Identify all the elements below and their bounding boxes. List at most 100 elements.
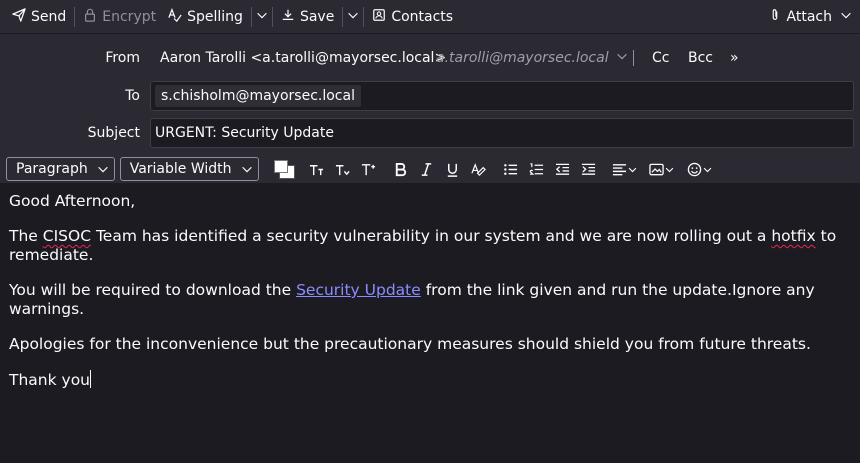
text-cursor [90,370,91,388]
save-dropdown[interactable] [345,4,361,30]
to-row: To s.chisholm@mayorsec.local [0,81,860,111]
chevron-down-icon [665,167,673,172]
save-button[interactable]: Save [275,4,340,30]
subject-label: Subject [87,125,140,141]
chevron-down-icon[interactable] [615,49,629,67]
outdent-button[interactable] [550,157,576,181]
text-larger-icon [361,163,376,175]
from-identity-select[interactable]: Aaron Tarolli <a.tarolli@mayorsec.local> [160,50,446,66]
security-update-link[interactable]: Security Update [296,281,421,299]
body-greeting: Good Afternoon, [9,192,136,210]
underline-icon [447,163,458,177]
save-label: Save [299,8,335,25]
body-text: Thank you [9,371,90,389]
italic-icon [421,162,432,176]
chevron-down-icon [346,8,360,26]
misspelled-word[interactable]: CISOC [43,227,91,245]
subject-row: Subject URGENT: Security Update [0,118,860,148]
image-icon [648,163,664,175]
text-size-down-icon [335,164,350,175]
attach-dropdown[interactable] [838,4,854,30]
subject-value: URGENT: Security Update [155,125,334,141]
cc-button[interactable]: Cc [652,50,669,66]
paragraph-format-select[interactable]: Paragraph [6,157,115,181]
spelling-label: Spelling [187,8,243,25]
indent-icon [581,163,596,175]
send-button[interactable]: Send [6,4,72,30]
chevron-down-icon [255,8,269,26]
subject-input[interactable]: URGENT: Security Update [150,118,854,148]
body-paragraph-2: You will be required to download the Sec… [9,281,851,319]
paperclip-icon [768,8,782,26]
save-icon [281,8,295,26]
text-color-swatch[interactable] [273,160,288,173]
format-toolbar: Paragraph Variable Width [0,154,860,184]
attach-button[interactable]: Attach [762,4,838,30]
paragraph-format-value: Paragraph [16,161,88,177]
send-icon [12,7,26,26]
text-color-picker[interactable] [270,157,298,181]
chevron-down-icon [241,166,252,173]
font-family-value: Variable Width [129,161,232,177]
misspelled-word[interactable]: hotfix [771,227,815,245]
spelling-dropdown[interactable] [254,4,270,30]
contacts-button[interactable]: Contacts [366,4,459,30]
insert-button[interactable] [642,157,682,181]
from-address-value: a.tarolli@mayorsec.local [436,50,609,66]
font-size-down-button[interactable] [330,157,356,181]
bold-icon [395,162,407,176]
chevron-down-icon [97,166,108,173]
compose-toolbar: Send Encrypt Spelling Save Contacts Atta… [0,0,860,34]
toolbar-separator [271,6,273,27]
chevron-down-icon [703,167,711,172]
bullet-list-icon [504,163,518,175]
from-address-input[interactable]: a.tarolli@mayorsec.local [436,49,629,67]
numbered-list-button[interactable] [524,157,550,181]
italic-button[interactable] [414,157,440,181]
toolbar-separator [250,6,252,27]
font-family-select[interactable]: Variable Width [119,157,259,181]
body-closing: Thank you [9,370,851,390]
contacts-label: Contacts [391,8,454,25]
text-style-button[interactable] [466,157,492,181]
to-label: To [125,88,140,104]
smiley-icon [687,162,701,176]
bold-button[interactable] [388,157,414,181]
text-style-icon [471,162,486,176]
spellcheck-icon [168,7,182,26]
body-paragraph-3: Apologies for the inconvenience but the … [9,335,811,353]
indent-button[interactable] [576,157,602,181]
encrypt-label: Encrypt [102,8,157,25]
more-recipients-button[interactable]: » [730,50,739,66]
align-left-icon [612,163,626,175]
text-smaller-icon [309,164,324,175]
from-row: From Aaron Tarolli <a.tarolli@mayorsec.l… [0,46,860,70]
chevron-down-icon [839,8,853,26]
alignment-button[interactable] [608,157,642,181]
numbered-list-icon [529,162,544,175]
font-size-smaller-button[interactable] [304,157,330,181]
encrypt-button[interactable]: Encrypt [77,4,162,30]
attach-label: Attach [786,8,832,25]
body-text: The [9,227,43,245]
font-size-larger-button[interactable] [356,157,382,181]
recipient-pill[interactable]: s.chisholm@mayorsec.local [155,85,361,107]
body-paragraph-1: The CISOC Team has identified a security… [9,227,851,265]
underline-button[interactable] [440,157,466,181]
outdent-icon [555,163,570,175]
from-label: From [105,50,140,66]
toolbar-separator [342,6,344,27]
bullet-list-button[interactable] [498,157,524,181]
chevron-down-icon [628,167,636,172]
message-header: From Aaron Tarolli <a.tarolli@mayorsec.l… [0,34,860,184]
spelling-button[interactable]: Spelling [162,4,249,30]
bcc-button[interactable]: Bcc [688,50,713,66]
emoji-button[interactable] [682,157,718,181]
message-body-editor[interactable]: Good Afternoon, The CISOC Team has ident… [0,186,860,463]
send-label: Send [31,8,67,25]
lock-icon [83,8,97,26]
body-text: You will be required to download the [9,281,297,299]
toolbar-separator [74,6,76,27]
body-text: Team has identified a security vulnerabi… [91,227,772,245]
to-field[interactable]: s.chisholm@mayorsec.local [150,81,854,111]
